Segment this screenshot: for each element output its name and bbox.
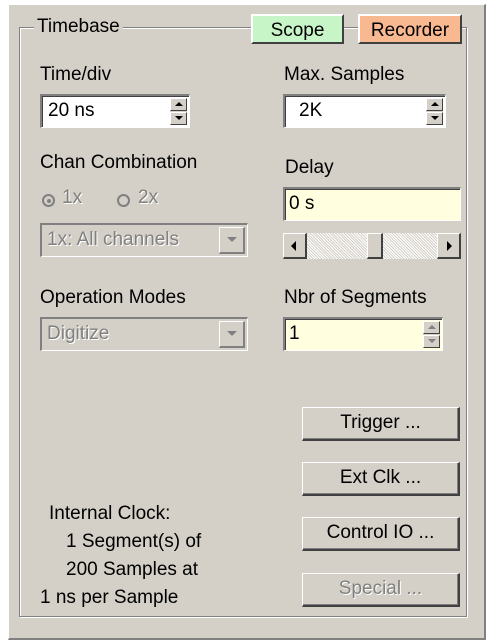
clock-info: Internal Clock: 1 Segment(s) of 200 Samp… [40,500,201,612]
segments-label: Nbr of Segments [284,287,427,308]
scroll-left-icon[interactable] [283,233,307,259]
tab-scope[interactable]: Scope [251,14,344,44]
delay-field[interactable]: 0 s [283,187,461,221]
segments-spinner[interactable] [423,321,440,348]
max-samples-field[interactable]: 2K [283,94,446,128]
ext-clk-button[interactable]: Ext Clk ... [302,462,460,496]
segments-field[interactable]: 1 [283,317,443,351]
delay-label: Delay [285,157,334,178]
spin-up-icon[interactable] [426,98,443,111]
delay-scrollbar[interactable] [283,233,461,259]
max-samples-label: Max. Samples [284,64,405,85]
delay-value: 0 s [289,193,315,214]
chevron-down-icon[interactable] [219,227,245,254]
spin-up-icon[interactable] [170,98,187,111]
time-div-value: 20 ns [48,100,95,121]
spin-up-icon[interactable] [423,321,440,334]
max-samples-value: 2K [299,100,323,121]
trigger-button[interactable]: Trigger ... [302,407,460,441]
clock-info-line2: 1 Segment(s) of [66,531,202,552]
time-div-label: Time/div [40,64,112,85]
scrollbar-thumb[interactable] [367,233,383,259]
scroll-right-icon[interactable] [437,233,461,259]
segments-value: 1 [289,323,300,344]
spin-down-icon[interactable] [426,112,443,125]
clock-info-line1: Internal Clock: [49,503,171,524]
tab-recorder[interactable]: Recorder [358,14,462,44]
radio-2x-icon[interactable] [117,194,130,207]
chan-combination-select-value: 1x: All channels [47,229,180,250]
operation-modes-label: Operation Modes [40,287,186,308]
time-div-field[interactable]: 20 ns [40,94,190,128]
clock-info-line3: 200 Samples at [66,559,199,580]
clock-info-line4: 1 ns per Sample [40,587,179,608]
radio-1x-icon[interactable] [42,194,55,207]
group-title: Timebase [34,16,123,38]
special-button[interactable]: Special ... [302,573,460,607]
spin-down-icon[interactable] [170,112,187,125]
radio-2x-label: 2x [138,187,159,208]
spin-down-icon[interactable] [423,335,440,348]
chevron-down-icon[interactable] [219,321,245,348]
operation-modes-value: Digitize [47,323,110,344]
chan-combination-select[interactable]: 1x: All channels [40,223,248,257]
operation-modes-select[interactable]: Digitize [40,317,248,351]
radio-1x-label: 1x [62,187,83,208]
chan-combination-label: Chan Combination [40,152,198,173]
max-samples-spinner[interactable] [426,98,443,125]
control-io-button[interactable]: Control IO ... [302,517,460,551]
time-div-spinner[interactable] [170,98,187,125]
